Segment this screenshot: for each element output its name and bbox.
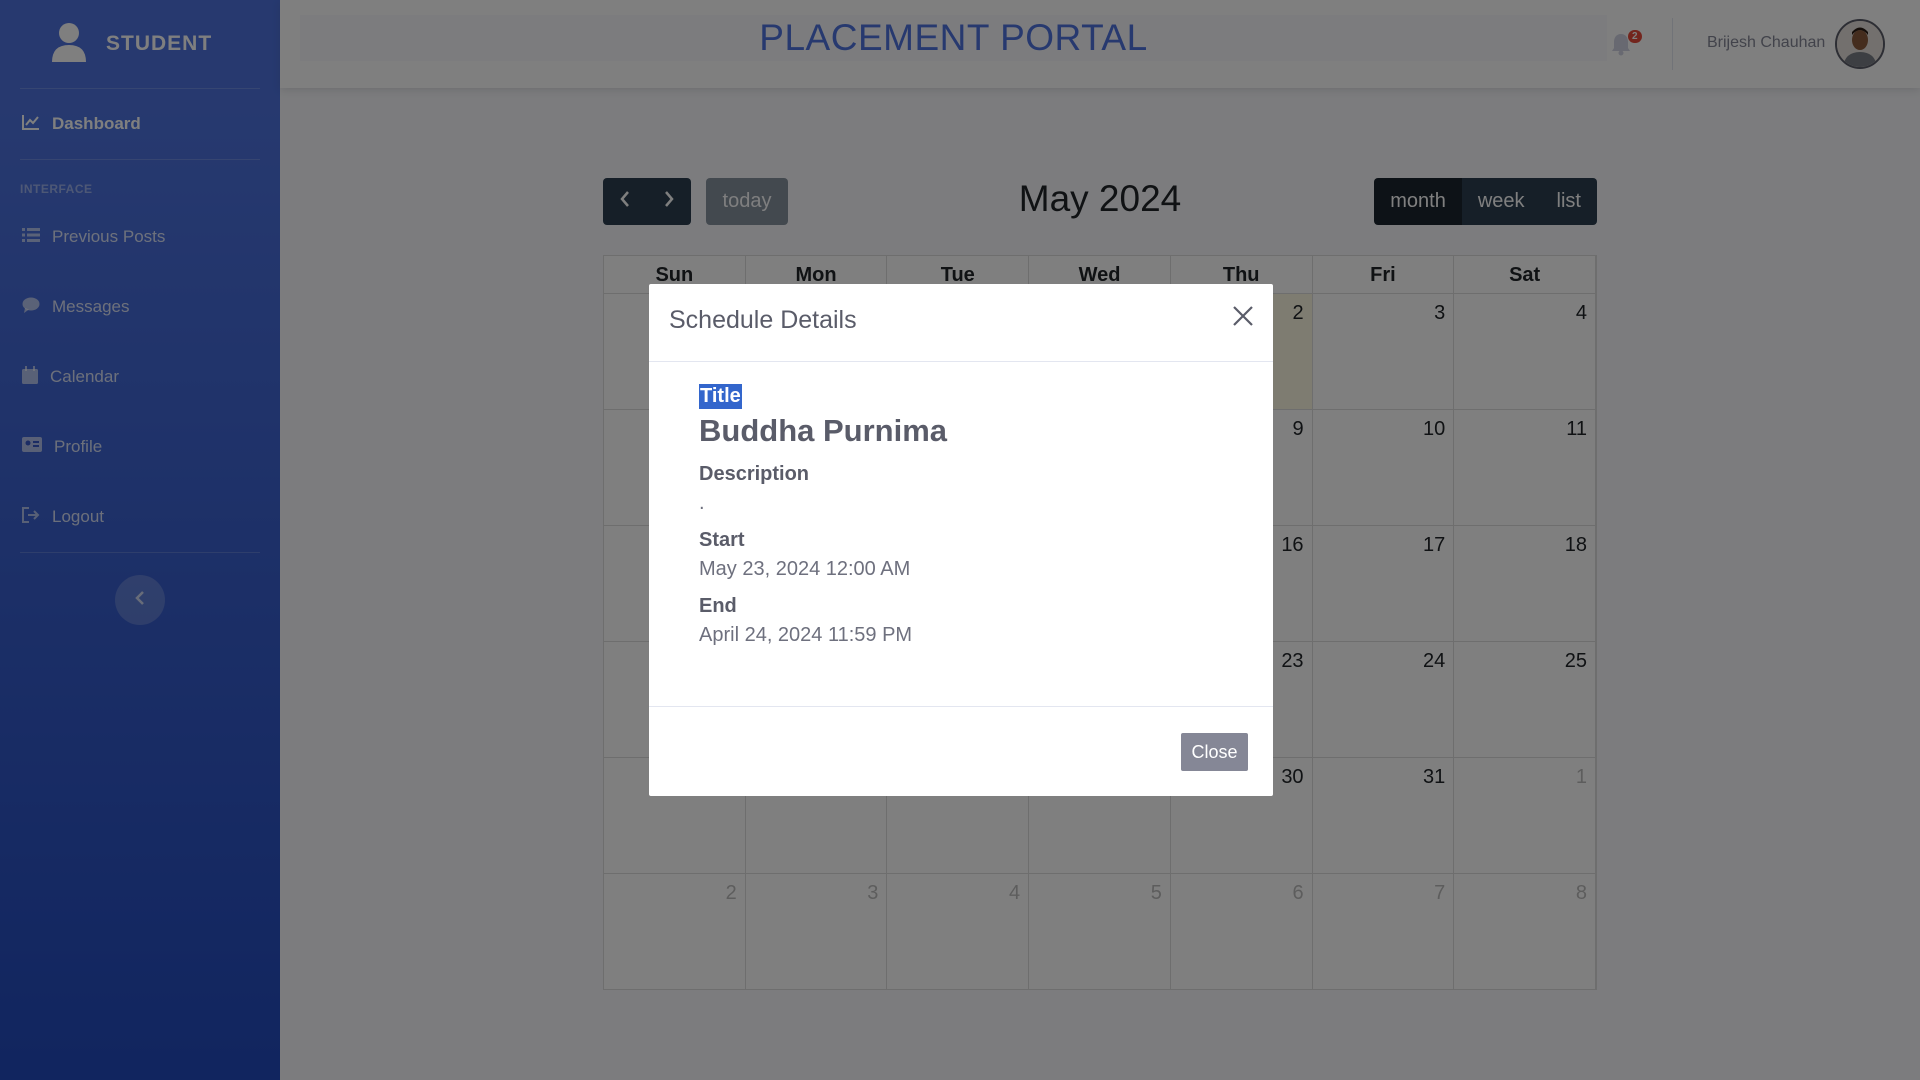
event-title: Buddha Purnima [699,413,948,448]
schedule-details-modal: Schedule Details Title Buddha Purnima De… [649,284,1273,796]
title-label-row: Title [699,384,1223,409]
description-label: Description [699,463,810,485]
modal-title: Schedule Details [669,306,857,334]
start-value: May 23, 2024 12:00 AM [699,558,911,580]
modal-footer: Close [649,706,1273,796]
modal-header: Schedule Details [649,284,1273,362]
start-label: Start [699,529,745,551]
end-value: April 24, 2024 11:59 PM [699,624,913,646]
modal-body: Title Buddha Purnima Description . Start… [649,362,1273,683]
description-value: . [699,492,705,514]
title-label: Title [699,384,742,409]
close-icon[interactable] [1229,302,1257,330]
end-label: End [699,595,737,617]
close-button[interactable]: Close [1181,733,1248,771]
